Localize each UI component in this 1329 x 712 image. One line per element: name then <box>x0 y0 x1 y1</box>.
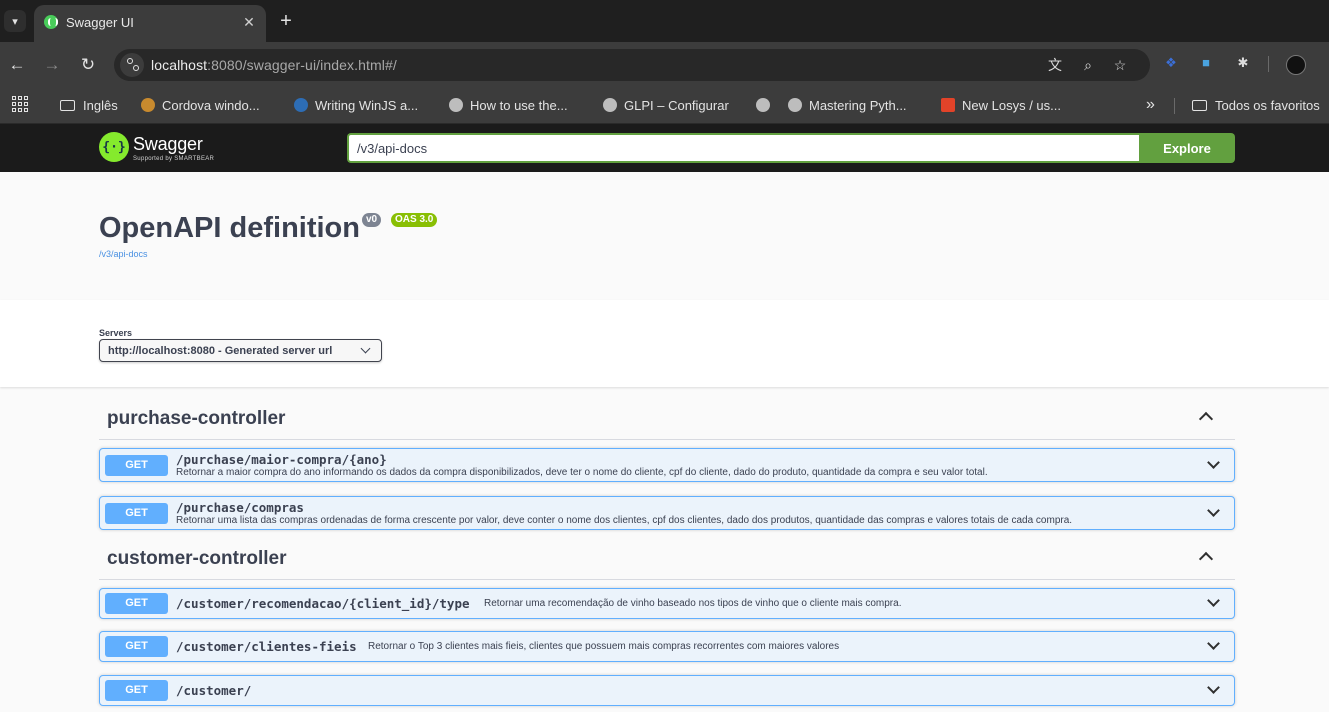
bookmark-item[interactable]: Inglês <box>60 96 118 114</box>
site-info-icon[interactable] <box>120 53 144 77</box>
api-docs-link[interactable]: /v3/api-docs <box>99 249 148 259</box>
method-badge: GET <box>105 593 168 614</box>
tab-title: Swagger UI <box>66 15 134 30</box>
globe-icon <box>449 98 463 112</box>
bookmark-item[interactable] <box>756 96 777 114</box>
operation-get[interactable]: GET /customer/clientes-fieis Retornar o … <box>99 631 1235 662</box>
api-info: OpenAPI definition v0 OAS 3.0 /v3/api-do… <box>0 172 1329 300</box>
gitlab-icon <box>941 98 955 112</box>
method-badge: GET <box>105 680 168 701</box>
swagger-logo-icon[interactable]: {·} <box>99 132 129 162</box>
chevron-down-icon[interactable] <box>1207 637 1220 650</box>
operation-get[interactable]: GET /purchase/maior-compra/{ano} Retorna… <box>99 448 1235 482</box>
globe-icon <box>756 98 770 112</box>
operation-path: /customer/clientes-fieis <box>176 639 357 654</box>
tag-name: purchase-controller <box>107 408 286 429</box>
address-bar[interactable]: localhost:8080/swagger-ui/index.html#/ 文… <box>114 49 1150 81</box>
tag-name: customer-controller <box>107 548 287 569</box>
spec-url-input[interactable] <box>347 133 1140 163</box>
chevron-down-icon[interactable] <box>1207 504 1220 517</box>
folder-icon <box>60 99 75 111</box>
browser-toolbar: ← → ↻ localhost:8080/swagger-ui/index.ht… <box>0 42 1329 87</box>
servers-label: Servers <box>99 328 133 338</box>
operation-get[interactable]: GET /purchase/compras Retornar uma lista… <box>99 496 1235 530</box>
bookmark-item[interactable]: Cordova windo... <box>141 96 260 114</box>
operation-path: /purchase/maior-compra/{ano} <box>176 452 387 467</box>
globe-icon <box>603 98 617 112</box>
operation-get[interactable]: GET /customer/ <box>99 675 1235 706</box>
explore-button[interactable]: Explore <box>1139 133 1235 163</box>
tag-customer-controller[interactable]: customer-controller <box>99 544 1235 580</box>
browser-tab-bar: ▾ Swagger UI ✕ + <box>0 0 1329 42</box>
operation-summary: Retornar a maior compra do ano informand… <box>176 467 988 478</box>
browser-tab[interactable]: Swagger UI ✕ <box>34 5 266 42</box>
swagger-topbar: {·} Swagger Supported by SMARTBEAR Explo… <box>0 124 1329 172</box>
bookmark-item[interactable]: GLPI – Configurar <box>603 96 729 114</box>
bookmarks-overflow-icon[interactable]: » <box>1146 96 1155 114</box>
profile-avatar[interactable] <box>1286 55 1306 75</box>
zoom-icon[interactable]: ⌕ <box>1079 56 1097 74</box>
swagger-brand-sub: Supported by SMARTBEAR <box>133 156 215 162</box>
tab-search-icon[interactable]: ▾ <box>4 10 26 32</box>
back-icon[interactable]: ← <box>6 54 28 76</box>
chevron-down-icon <box>360 343 371 354</box>
url-text[interactable]: localhost:8080/swagger-ui/index.html#/ <box>151 57 397 73</box>
method-badge: GET <box>105 455 168 476</box>
operation-path: /purchase/compras <box>176 500 304 515</box>
bookmark-item[interactable]: Writing WinJS a... <box>294 96 418 114</box>
globe-icon <box>788 98 802 112</box>
chevron-up-icon[interactable] <box>1198 551 1214 567</box>
swagger-brand: Swagger <box>133 134 203 154</box>
bookmark-item[interactable]: Mastering Pyth... <box>788 96 907 114</box>
page-title: OpenAPI definition <box>99 212 360 244</box>
bookmark-favicon-icon <box>294 98 308 112</box>
translate-icon[interactable]: 文 <box>1046 56 1064 74</box>
operation-summary: Retornar uma recomendação de vinho basea… <box>484 598 902 609</box>
extensions-puzzle-icon[interactable]: ✱ <box>1234 54 1252 72</box>
operation-summary: Retornar o Top 3 clientes mais fieis, cl… <box>368 641 840 652</box>
bookmarks-bar: Inglês Cordova windo... Writing WinJS a.… <box>0 87 1329 124</box>
toolbar-divider <box>1268 56 1269 72</box>
bookmark-star-icon[interactable]: ☆ <box>1111 56 1129 74</box>
folder-icon <box>1192 99 1207 111</box>
servers-selected-value: http://localhost:8080 - Generated server… <box>108 345 333 357</box>
new-tab-icon[interactable]: + <box>276 11 296 31</box>
bookmark-item[interactable]: New Losys / us... <box>941 96 1061 114</box>
bookmark-item[interactable]: How to use the... <box>449 96 568 114</box>
servers-select[interactable]: http://localhost:8080 - Generated server… <box>99 339 382 362</box>
extension-icon[interactable]: ■ <box>1197 54 1215 72</box>
method-badge: GET <box>105 636 168 657</box>
apps-grid-icon[interactable] <box>12 96 28 112</box>
version-badge: v0 <box>362 213 382 227</box>
swagger-favicon-icon <box>44 15 58 29</box>
tab-close-icon[interactable]: ✕ <box>240 13 258 31</box>
bookmark-favicon-icon <box>141 98 155 112</box>
operation-get[interactable]: GET /customer/recomendacao/{client_id}/t… <box>99 588 1235 619</box>
operation-summary: Retornar uma lista das compras ordenadas… <box>176 515 1073 526</box>
operation-path: /customer/recomendacao/{client_id}/type <box>176 596 470 611</box>
reload-icon[interactable]: ↻ <box>77 54 99 76</box>
method-badge: GET <box>105 503 168 524</box>
chevron-down-icon[interactable] <box>1207 594 1220 607</box>
operation-path: /customer/ <box>176 683 252 698</box>
chevron-down-icon[interactable] <box>1207 456 1220 469</box>
bookmarks-divider <box>1174 98 1175 114</box>
forward-icon[interactable]: → <box>41 54 63 76</box>
oas-badge: OAS 3.0 <box>391 213 438 227</box>
chevron-up-icon[interactable] <box>1198 411 1214 427</box>
all-bookmarks-folder[interactable]: Todos os favoritos <box>1192 96 1320 114</box>
chevron-down-icon[interactable] <box>1207 681 1220 694</box>
servers-section: Servers http://localhost:8080 - Generate… <box>0 300 1329 387</box>
tag-purchase-controller[interactable]: purchase-controller <box>99 404 1235 440</box>
extension-icon[interactable]: ❖ <box>1162 54 1180 72</box>
